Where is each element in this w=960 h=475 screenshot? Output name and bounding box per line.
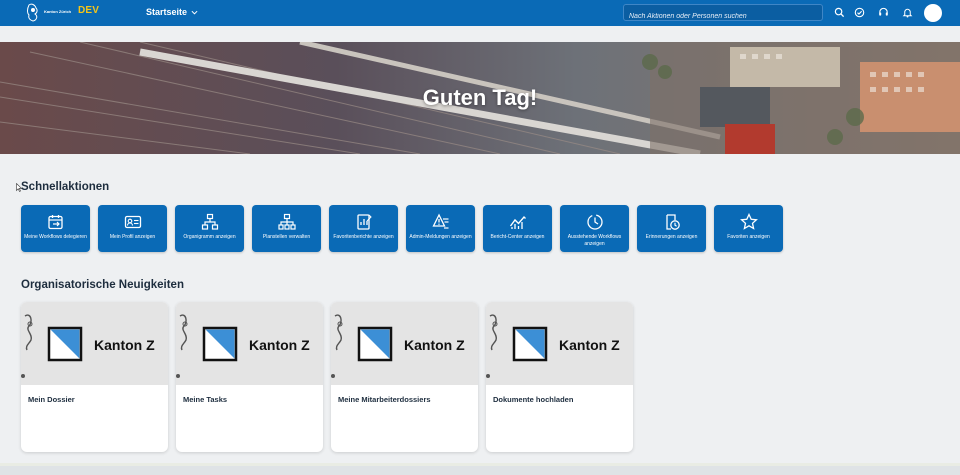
quick-action-admin-messages[interactable]: Admin-Meldungen anzeigen — [406, 205, 475, 252]
avatar[interactable] — [924, 4, 942, 22]
header-gap — [0, 26, 960, 42]
report-icon — [356, 214, 372, 230]
quick-action-delegate-workflows[interactable]: Meine Workflows delegieren — [21, 205, 90, 252]
quick-action-positions[interactable]: Planstellen verwalten — [252, 205, 321, 252]
quick-action-label: Meine Workflows delegieren — [24, 234, 87, 240]
search-icon[interactable] — [834, 7, 845, 18]
star-icon — [739, 213, 758, 230]
environment-badge: DEV — [78, 5, 100, 16]
news-card-title: Dokumente hochladen — [493, 395, 574, 404]
kanton-logo-icon[interactable] — [26, 3, 40, 22]
news-card-title: Mein Dossier — [28, 395, 75, 404]
news-card-dokumente-hochladen[interactable]: Kanton Z Dokumente hochladen — [486, 302, 633, 452]
alert-list-icon — [431, 213, 448, 229]
quick-action-report-center[interactable]: Bericht-Center anzeigen — [483, 205, 552, 252]
card-image-text: Kanton Z — [559, 337, 620, 353]
quick-action-favorites[interactable]: Favoriten anzeigen — [714, 205, 783, 252]
hierarchy-icon — [277, 213, 296, 230]
news-card-title: Meine Mitarbeiterdossiers — [338, 395, 431, 404]
quick-actions-row: Meine Workflows delegieren Mein Profil a… — [21, 205, 783, 252]
line-chart-icon — [509, 215, 526, 229]
quick-action-label: Planstellen verwalten — [262, 234, 311, 240]
id-card-icon — [124, 215, 141, 229]
kanton-card-image: Kanton Z — [176, 302, 323, 385]
pending-clock-icon — [586, 214, 603, 230]
quick-action-favorite-reports[interactable]: Favoritenberichte anzeigen — [329, 205, 398, 252]
brand-name: Kanton Zürich — [44, 9, 72, 14]
news-card-mein-dossier[interactable]: Kanton Z Mein Dossier — [21, 302, 168, 452]
card-image-text: Kanton Z — [249, 337, 310, 353]
quick-actions-heading: Schnellaktionen — [21, 181, 110, 193]
nav-title-label: Startseite — [146, 7, 188, 17]
quick-action-label: Ausstehende Workflows anzeigen — [567, 234, 622, 247]
reminder-icon — [665, 214, 680, 230]
org-chart-icon — [201, 213, 218, 230]
quick-action-my-profile[interactable]: Mein Profil anzeigen — [98, 205, 167, 252]
kanton-card-image: Kanton Z — [21, 302, 168, 385]
news-card-meine-tasks[interactable]: Kanton Z Meine Tasks — [176, 302, 323, 452]
quick-action-label: Erinnerungen anzeigen — [645, 234, 698, 240]
calendar-delegate-icon — [47, 215, 63, 230]
kanton-card-image: Kanton Z — [486, 302, 633, 385]
quick-action-org-chart[interactable]: Organigramm anzeigen — [175, 205, 244, 252]
check-circle-icon[interactable] — [854, 7, 865, 18]
shell-bar: Kanton Zürich DEV Startseite — [0, 0, 960, 26]
news-cards: Kanton Z Mein Dossier Kanton Z Meine Tas… — [21, 302, 633, 452]
news-card-title: Meine Tasks — [183, 395, 228, 404]
search-field[interactable] — [623, 4, 823, 24]
greeting-heading: Guten Tag! — [422, 85, 538, 110]
chevron-down-icon — [191, 10, 198, 15]
home-nav-menu[interactable]: Startseite — [146, 7, 198, 17]
card-image-text: Kanton Z — [94, 337, 155, 353]
kanton-card-image: Kanton Z — [331, 302, 478, 385]
quick-action-label: Mein Profil anzeigen — [109, 234, 156, 240]
bottom-bar — [0, 463, 960, 475]
quick-action-label: Bericht-Center anzeigen — [490, 234, 545, 240]
quick-action-label: Favoriten anzeigen — [727, 234, 770, 240]
search-input[interactable] — [624, 9, 822, 24]
quick-action-label: Admin-Meldungen anzeigen — [409, 234, 472, 240]
news-heading: Organisatorische Neuigkeiten — [21, 279, 184, 291]
headset-icon[interactable] — [878, 7, 889, 18]
card-image-text: Kanton Z — [404, 337, 465, 353]
quick-action-label: Organigramm anzeigen — [183, 234, 236, 240]
quick-action-pending-workflows[interactable]: Ausstehende Workflows anzeigen — [560, 205, 629, 252]
quick-action-label: Favoritenberichte anzeigen — [333, 234, 394, 240]
bell-icon[interactable] — [902, 7, 913, 18]
news-card-mitarbeiterdossiers[interactable]: Kanton Z Meine Mitarbeiterdossiers — [331, 302, 478, 452]
quick-action-reminders[interactable]: Erinnerungen anzeigen — [637, 205, 706, 252]
